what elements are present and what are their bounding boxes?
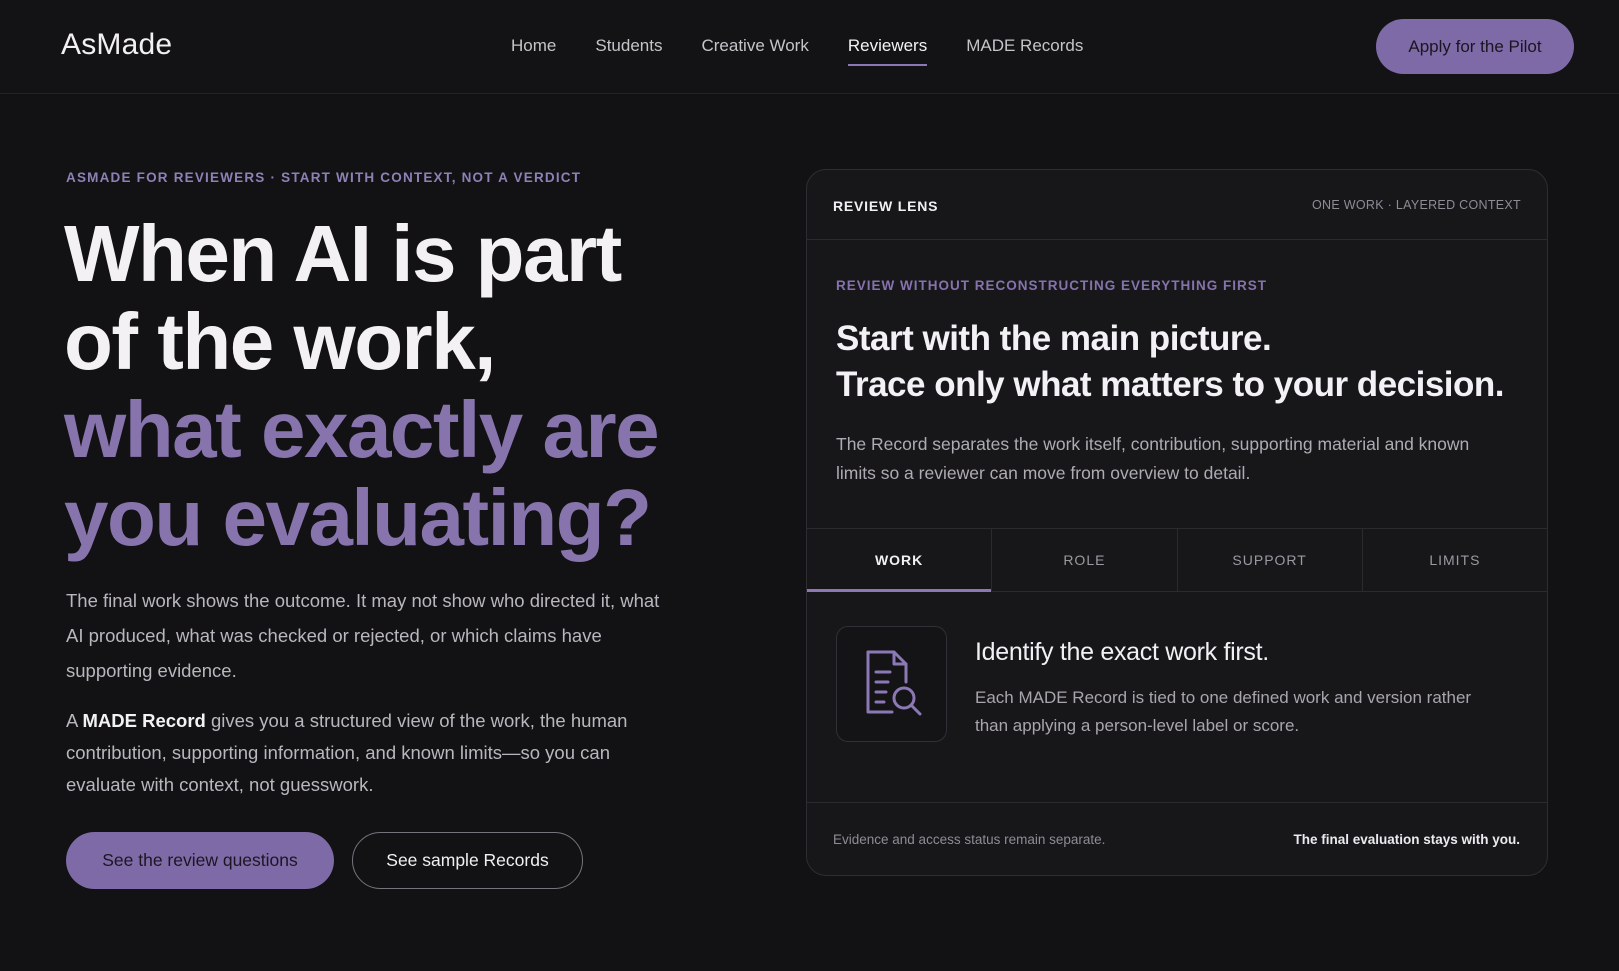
top-nav: AsMade Home Students Creative Work Revie… [0,0,1619,94]
panel-title: Identify the exact work first. [975,638,1269,666]
apply-pilot-button[interactable]: Apply for the Pilot [1376,19,1574,74]
card-title: REVIEW LENS [833,198,939,214]
card-tag: ONE WORK · LAYERED CONTEXT [1312,198,1521,212]
tab-role[interactable]: ROLE [992,529,1178,591]
lens-tabs: WORK ROLE SUPPORT LIMITS [807,528,1547,592]
footer-note-left: Evidence and access status remain separa… [833,832,1106,847]
nav-link-creative-work[interactable]: Creative Work [701,36,808,66]
headline-line-4: you evaluating? [64,473,652,562]
hero-paragraph-1: The final work shows the outcome. It may… [66,590,660,681]
card-headline-line-1: Start with the main picture. [836,319,1272,358]
nav-link-students[interactable]: Students [595,36,662,66]
card-eyebrow: REVIEW WITHOUT RECONSTRUCTING EVERYTHING… [836,278,1268,293]
card-headline: Start with the main picture. Trace only … [836,316,1536,408]
nav-link-reviewers[interactable]: Reviewers [847,36,928,66]
headline-line-1: When AI is part [64,209,622,298]
review-lens-card: REVIEW LENS ONE WORK · LAYERED CONTEXT R… [806,169,1548,876]
logo[interactable]: AsMade [61,28,172,62]
tab-work[interactable]: WORK [807,529,993,592]
see-review-questions-button[interactable]: See the review questions [66,832,334,889]
panel-description: Each MADE Record is tied to one defined … [975,688,1472,735]
hero-paragraph-2: A MADE Record gives you a structured vie… [66,705,676,801]
headline-line-2: of the work, [64,297,496,386]
nav-links: Home Students Creative Work Reviewers MA… [511,36,1122,66]
card-description: The Record separates the work itself, co… [836,434,1470,483]
headline-line-3: what exactly are [64,385,660,474]
hero-eyebrow: ASMADE FOR REVIEWERS · START WITH CONTEX… [66,170,582,185]
footer-note-right: The final evaluation stays with you. [1293,832,1520,847]
made-record-term: MADE Record [82,710,206,731]
hero-headline: When AI is part of the work, what exactl… [64,210,704,562]
nav-link-made-records[interactable]: MADE Records [966,36,1083,66]
document-search-icon [836,626,947,742]
nav-link-home[interactable]: Home [511,36,556,66]
see-sample-records-button[interactable]: See sample Records [352,832,583,889]
card-header: REVIEW LENS ONE WORK · LAYERED CONTEXT [807,170,1547,240]
card-headline-line-2: Trace only what matters to your decision… [836,365,1505,404]
tab-support[interactable]: SUPPORT [1178,529,1363,591]
tab-limits[interactable]: LIMITS [1363,529,1547,591]
card-footer: Evidence and access status remain separa… [807,802,1547,875]
paragraph-2-prefix: A [66,710,83,731]
